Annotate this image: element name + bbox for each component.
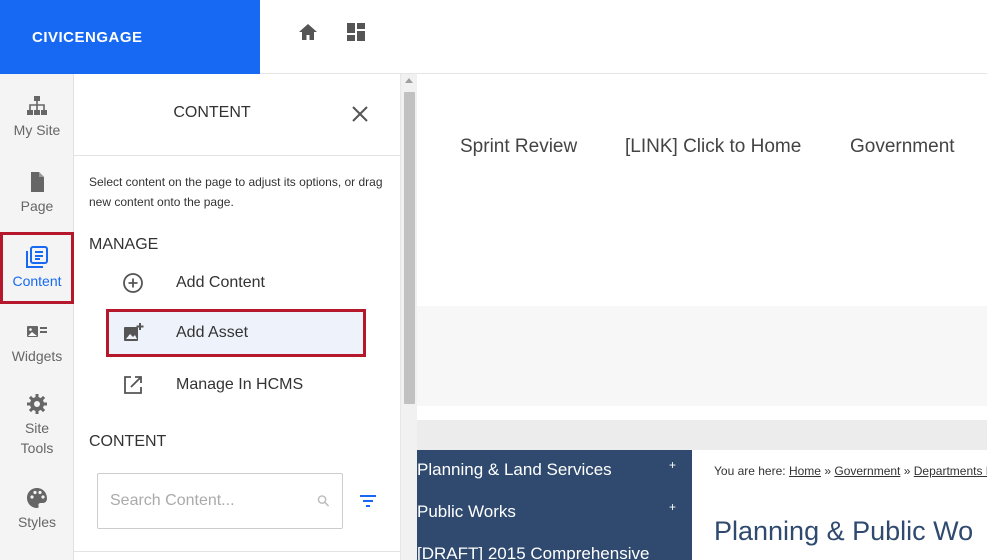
sitemap-icon: [27, 96, 47, 115]
content-heading: CONTENT: [89, 433, 167, 450]
scroll-up-arrow-icon[interactable]: [405, 78, 413, 83]
expand-icon[interactable]: +: [669, 458, 676, 472]
manage-in-hcms-button[interactable]: Manage In HCMS: [106, 361, 366, 409]
rail-label: Page: [20, 198, 54, 214]
sidenav-label: [DRAFT] 2015 Comprehensive: [417, 544, 650, 560]
rail-item-site-tools[interactable]: Site Tools: [0, 392, 74, 458]
expand-icon[interactable]: +: [669, 500, 676, 514]
manage-heading: MANAGE: [89, 236, 159, 253]
close-icon[interactable]: [350, 104, 370, 124]
scrollbar-thumb[interactable]: [404, 92, 415, 404]
rail-label: Widgets: [11, 348, 63, 364]
dashboard-icon[interactable]: [344, 20, 368, 44]
sidenav-item[interactable]: Planning & Land Services +: [417, 450, 692, 492]
site-nav-link[interactable]: Sprint Review: [460, 136, 577, 158]
panel-help-text: Select content on the page to adjust its…: [89, 175, 383, 209]
breadcrumb-link[interactable]: Departments H: [914, 464, 987, 478]
breadcrumb-link[interactable]: Government: [834, 464, 900, 478]
rail-label: Content: [12, 273, 62, 289]
rail-item-widgets[interactable]: Widgets: [0, 320, 74, 366]
panel-title: CONTENT: [173, 104, 251, 121]
search-content-field[interactable]: [97, 473, 343, 529]
rail-label: Site Tools: [20, 420, 54, 456]
add-asset-button[interactable]: Add Asset: [106, 309, 366, 357]
left-rail: My Site Page Content Widgets Site Tools …: [0, 74, 74, 560]
search-input[interactable]: [110, 492, 317, 510]
add-content-button[interactable]: Add Content: [106, 259, 366, 307]
banner-strip: [417, 420, 987, 450]
breadcrumb-prefix: You are here:: [714, 464, 786, 478]
external-link-icon: [124, 376, 142, 394]
search-icon[interactable]: [317, 492, 330, 510]
panel-footer-divider: [74, 551, 400, 552]
sidenav-item[interactable]: [DRAFT] 2015 Comprehensive: [417, 534, 692, 560]
rail-item-my-site[interactable]: My Site: [0, 94, 74, 140]
menu-label: Add Content: [176, 274, 265, 291]
palette-icon: [27, 488, 47, 508]
page-icon: [31, 172, 44, 192]
widgets-icon: [27, 326, 47, 337]
sidenav-label: Planning & Land Services: [417, 460, 612, 479]
sidenav-label: Public Works: [417, 502, 516, 521]
filter-icon[interactable]: [356, 489, 380, 513]
gear-icon: [27, 394, 47, 414]
rail-label: Styles: [17, 514, 57, 530]
rail-item-page[interactable]: Page: [0, 170, 74, 216]
top-bar: [260, 0, 987, 74]
page-title: Planning & Public Wo: [714, 516, 974, 546]
content-icon: [26, 246, 48, 268]
menu-label: Add Asset: [176, 324, 249, 341]
app-root: CIVICENGAGE My Site Page Content Widgets: [0, 0, 987, 560]
content-panel: CONTENT Select content on the page to ad…: [74, 74, 400, 560]
brand-logo[interactable]: CIVICENGAGE: [0, 0, 260, 74]
site-nav-link[interactable]: Government: [850, 136, 955, 158]
home-icon[interactable]: [296, 20, 320, 44]
rail-item-content[interactable]: Content: [0, 232, 74, 304]
panel-header: CONTENT: [74, 74, 400, 156]
rail-label: My Site: [13, 122, 61, 138]
add-circle-icon: [123, 273, 143, 293]
breadcrumb-link[interactable]: Home: [789, 464, 821, 478]
banner-area: [417, 306, 987, 406]
breadcrumb: You are here: Home » Government » Depart…: [714, 464, 987, 478]
site-nav-link[interactable]: [LINK] Click to Home: [625, 136, 801, 158]
brand-name: CIVICENGAGE: [32, 28, 143, 46]
add-image-icon: [124, 323, 144, 341]
site-sidenav: Planning & Land Services + Public Works …: [417, 450, 692, 560]
breadcrumb-separator: »: [824, 464, 832, 478]
breadcrumb-separator: »: [903, 464, 911, 478]
site-preview: Sprint Review [LINK] Click to Home Gover…: [417, 74, 987, 560]
sidenav-item[interactable]: Public Works +: [417, 492, 692, 534]
menu-label: Manage In HCMS: [176, 376, 304, 393]
rail-item-styles[interactable]: Styles: [0, 486, 74, 532]
panel-scrollbar[interactable]: [400, 74, 417, 560]
